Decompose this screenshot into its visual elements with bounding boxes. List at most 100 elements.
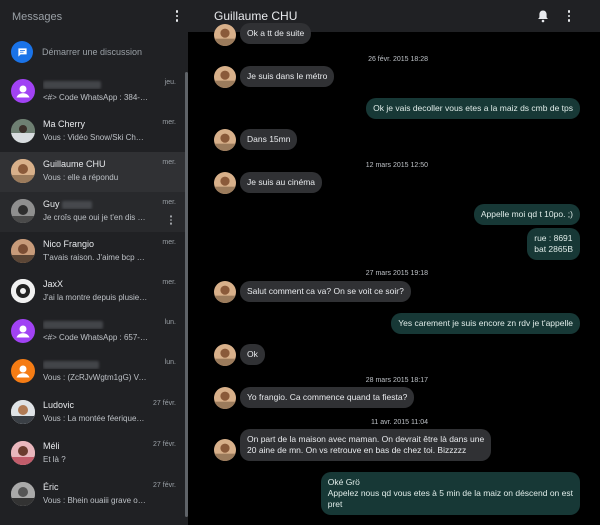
conversation-date: 27 févr.: [153, 400, 176, 407]
conversation-more-icon[interactable]: [165, 214, 176, 227]
outgoing-message[interactable]: Appelle moi qd t 10po. ;): [473, 204, 580, 225]
contact-avatar: [214, 129, 236, 151]
conversation-name: Guy: [43, 199, 153, 209]
conversation-snippet: Vous : elle a répondu: [43, 173, 119, 182]
conversation-date: lun.: [164, 319, 176, 326]
conversation-date: 27 févr.: [153, 482, 176, 489]
contact-avatar: [214, 24, 236, 46]
conversation-item[interactable]: Éric Vous : Bhein ouaiii grave on… 27 fé…: [0, 475, 186, 515]
conversation-item[interactable]: <#> Code WhatsApp : 657-1… lun.: [0, 312, 186, 352]
conversation-name: JaxX: [43, 279, 64, 289]
conversation-snippet: T'avais raison. J'aime bcp O…: [43, 253, 148, 262]
conversation-date: jeu.: [164, 79, 176, 86]
conversation-snippet: Je croîs que oui je t'en dis pl…: [43, 213, 148, 222]
message-timestamp: 28 mars 2015 18:17: [365, 377, 428, 384]
message-line: pret: [327, 499, 343, 509]
incoming-message[interactable]: Yo frangio. Ca commence quand ta fiesta?: [240, 387, 415, 408]
incoming-message[interactable]: Je suis au cinéma: [240, 172, 323, 193]
contact-avatar: [11, 441, 35, 465]
conversation-item-selected[interactable]: Guillaume CHU Vous : elle a répondu mer.: [0, 152, 186, 192]
conversation-snippet: <#> Code WhatsApp : 384-4…: [43, 93, 148, 102]
conversation-date: lun.: [164, 359, 176, 366]
conversation-name: Ludovic: [43, 400, 75, 410]
conversation-snippet: Et là ?: [43, 455, 66, 464]
conversation-snippet: Vous : Bhein ouaiii grave on…: [43, 496, 148, 505]
conversation-date: mer.: [162, 159, 176, 166]
conversation-snippet: J'ai la montre depuis plusieu…: [43, 293, 148, 302]
outgoing-message[interactable]: Ok je vais decoller vous etes a la maiz …: [366, 98, 580, 119]
contact-avatar: [11, 199, 35, 223]
conversation-date: mer.: [162, 119, 176, 126]
more-vert-icon[interactable]: [562, 8, 576, 24]
conversation-snippet: <#> Code WhatsApp : 657-1…: [43, 333, 148, 342]
message-list[interactable]: Ok a tt de suite 26 févr. 2015 18:28 Je …: [188, 23, 600, 525]
conversation-name: [43, 319, 153, 329]
conversation-date: mer.: [162, 239, 176, 246]
conversation-item[interactable]: Nico Frangio T'avais raison. J'aime bcp …: [0, 232, 186, 272]
conversation-item[interactable]: Vous : (ZcRJvWgtm1gG) Vali… lun.: [0, 352, 186, 392]
contact-avatar: [214, 439, 236, 461]
conversation-date: mer.: [162, 279, 176, 286]
contact-avatar: [214, 387, 236, 409]
message-line: bat 2865B: [534, 244, 573, 254]
incoming-message[interactable]: Je suis dans le métro: [240, 66, 335, 87]
conversation-list-pane: Messages Démarrer une discussion <#> Cod…: [0, 0, 188, 525]
conversation-item[interactable]: Méli Et là ? 27 févr.: [0, 434, 186, 474]
app-title: Messages: [12, 11, 63, 23]
message-line: rue : 8691: [534, 233, 573, 243]
conversation-item[interactable]: Ma Cherry Vous : Vidéo Snow/Ski Cha… mer…: [0, 112, 186, 152]
start-conversation-button[interactable]: Démarrer une discussion: [0, 38, 188, 66]
conversation-item[interactable]: <#> Code WhatsApp : 384-4… jeu.: [0, 72, 186, 112]
conversation-snippet: Vous : La montée féerique…: [43, 414, 145, 423]
message-timestamp: 11 avr. 2015 11:04: [371, 419, 428, 426]
contact-avatar: [11, 279, 35, 303]
more-options-icon[interactable]: [170, 8, 184, 24]
person-icon: [11, 79, 35, 103]
contact-avatar: [11, 239, 35, 263]
contact-avatar: [214, 344, 236, 366]
conversation-snippet: Vous : Vidéo Snow/Ski Cha…: [43, 133, 148, 142]
conversation-date: mer.: [162, 199, 176, 206]
incoming-message[interactable]: On part de la maison avec maman. On devr…: [240, 429, 492, 461]
contact-avatar: [11, 159, 35, 183]
incoming-message[interactable]: Salut comment ca va? On se voit ce soir?: [240, 281, 411, 302]
thread-pane: Guillaume CHU Ok a tt de suite 26 févr. …: [188, 0, 600, 525]
conversation-name: Ma Cherry: [43, 119, 86, 129]
conversation-date: 27 févr.: [153, 441, 176, 448]
conversation-name: Guillaume CHU: [43, 159, 106, 169]
message-line: 20 aine de mn. On vs retrouve en bas de …: [247, 445, 467, 455]
outgoing-message[interactable]: Yes carement je suis encore zn rdv je t'…: [391, 313, 580, 334]
conversation-item[interactable]: Ludovic Vous : La montée féerique… 27 fé…: [0, 393, 186, 433]
message-timestamp: 26 févr. 2015 18:28: [368, 56, 428, 63]
contact-avatar: [11, 400, 35, 424]
incoming-message[interactable]: Ok: [240, 344, 265, 365]
conversation-name: Éric: [43, 482, 59, 492]
conversation-snippet: Vous : (ZcRJvWgtm1gG) Vali…: [43, 373, 148, 382]
thread-contact-name: Guillaume CHU: [214, 9, 298, 23]
person-icon: [11, 359, 35, 383]
message-timestamp: 12 mars 2015 12:50: [365, 162, 428, 169]
conversation-name: [43, 359, 153, 369]
outgoing-message[interactable]: rue : 8691 bat 2865B: [527, 228, 580, 260]
bell-icon[interactable]: [536, 9, 550, 23]
outgoing-message[interactable]: Oké Grö Appelez nous qd vous etes à 5 mi…: [320, 472, 580, 515]
incoming-message[interactable]: Dans 15mn: [240, 129, 298, 150]
contact-avatar: [11, 119, 35, 143]
conversation-name: [43, 79, 153, 89]
person-icon: [11, 319, 35, 343]
contact-avatar: [11, 482, 35, 506]
message-timestamp: 27 mars 2015 19:18: [365, 270, 428, 277]
contact-avatar: [214, 172, 236, 194]
conversation-name: Nico Frangio: [43, 239, 95, 249]
contact-avatar: [214, 66, 236, 88]
incoming-message[interactable]: Ok a tt de suite: [240, 23, 312, 44]
message-line: Appelez nous qd vous etes à 5 min de la …: [327, 488, 573, 498]
message-line: On part de la maison avec maman. On devr…: [247, 434, 485, 444]
contact-avatar: [214, 281, 236, 303]
start-conversation-label: Démarrer une discussion: [42, 47, 143, 57]
message-line: Oké Grö: [327, 477, 360, 487]
conversation-item[interactable]: Guy Je croîs que oui je t'en dis pl… mer…: [0, 192, 186, 232]
sidebar-header: Messages: [0, 0, 188, 34]
chat-bubble-icon: [11, 41, 33, 63]
conversation-item[interactable]: JaxX J'ai la montre depuis plusieu… mer.: [0, 272, 186, 312]
